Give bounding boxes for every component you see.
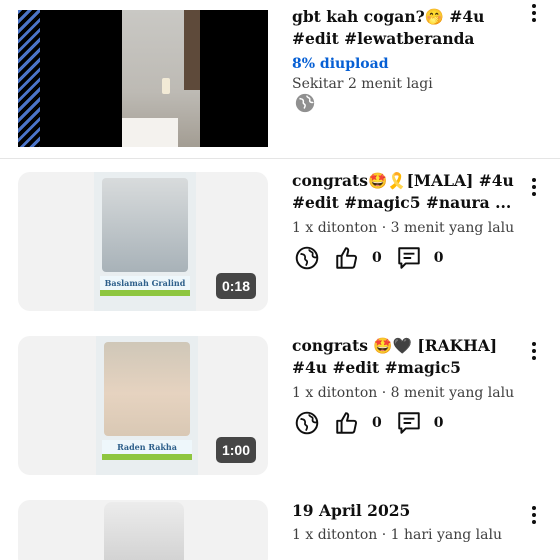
video-info: 19 April 2025 1 x ditonton · 1 hari yang… (292, 500, 522, 545)
thumbnail-card: Baslamah Gralind (94, 172, 196, 311)
video-title[interactable]: congrats 🤩🖤 [RAKHA] #4u #edit #magic5 #m… (292, 335, 522, 379)
upload-time-left: Sekitar 2 menit lagi (292, 76, 433, 92)
thumbnail-card: Raden Rakha (96, 336, 198, 475)
video-thumbnail[interactable]: Baslamah Gralind 0:18 (18, 172, 268, 311)
more-options-button[interactable] (524, 504, 544, 526)
thumbs-up-icon (336, 247, 357, 269)
comment-icon (398, 412, 420, 434)
upload-progress-text: 8% diupload (292, 56, 389, 72)
video-info: congrats 🤩🖤 [RAKHA] #4u #edit #magic5 #m… (292, 335, 522, 403)
thumbnail-frame (122, 10, 200, 147)
duration-badge: 0:18 (215, 273, 256, 299)
globe-icon (294, 92, 316, 118)
like-button[interactable]: 0 (334, 410, 382, 436)
video-actions: 0 0 (294, 245, 458, 271)
upload-info: gbt kah cogan?🤭 #4u #edit #lewatberanda … (292, 6, 522, 94)
like-count: 0 (372, 250, 382, 266)
video-title[interactable]: congrats🤩🎗️[MALA] #4u #edit #magic5 #nau… (292, 170, 522, 214)
video-title[interactable]: 19 April 2025 (292, 500, 522, 522)
video-info: congrats🤩🎗️[MALA] #4u #edit #magic5 #nau… (292, 170, 522, 238)
more-options-button[interactable] (524, 2, 544, 24)
duration-badge: 1:00 (215, 437, 256, 463)
video-thumbnail[interactable] (18, 500, 268, 560)
upload-title[interactable]: gbt kah cogan?🤭 #4u #edit #lewatberanda … (292, 6, 522, 50)
comments-button[interactable]: 0 (396, 245, 444, 271)
video-actions: 0 0 (294, 410, 458, 436)
like-button[interactable]: 0 (334, 245, 382, 271)
comment-count: 0 (433, 250, 444, 266)
upload-thumbnail[interactable] (18, 10, 268, 147)
thumbnail-name: Baslamah Gralind (100, 276, 190, 290)
divider (0, 158, 560, 159)
visibility-button[interactable] (294, 410, 320, 436)
video-meta: 1 x ditonton · 3 menit yang lalu (292, 220, 515, 236)
video-meta: 1 x ditonton · 1 hari yang lalu (292, 527, 502, 543)
globe-icon (295, 246, 319, 270)
video-thumbnail[interactable]: Raden Rakha 1:00 (18, 336, 268, 475)
more-options-button[interactable] (524, 340, 544, 362)
visibility-button[interactable] (294, 245, 320, 271)
thumbnail-name: Raden Rakha (102, 440, 192, 454)
comment-icon (398, 247, 420, 269)
upload-stripes (18, 10, 40, 147)
thumbs-up-icon (336, 412, 357, 434)
video-meta: 1 x ditonton · 8 menit yang lalu (292, 385, 515, 401)
globe-icon (295, 411, 319, 435)
comments-button[interactable]: 0 (396, 410, 444, 436)
more-options-button[interactable] (524, 176, 544, 198)
thumbnail-frame (104, 502, 184, 560)
comment-count: 0 (433, 415, 444, 431)
like-count: 0 (372, 415, 382, 431)
